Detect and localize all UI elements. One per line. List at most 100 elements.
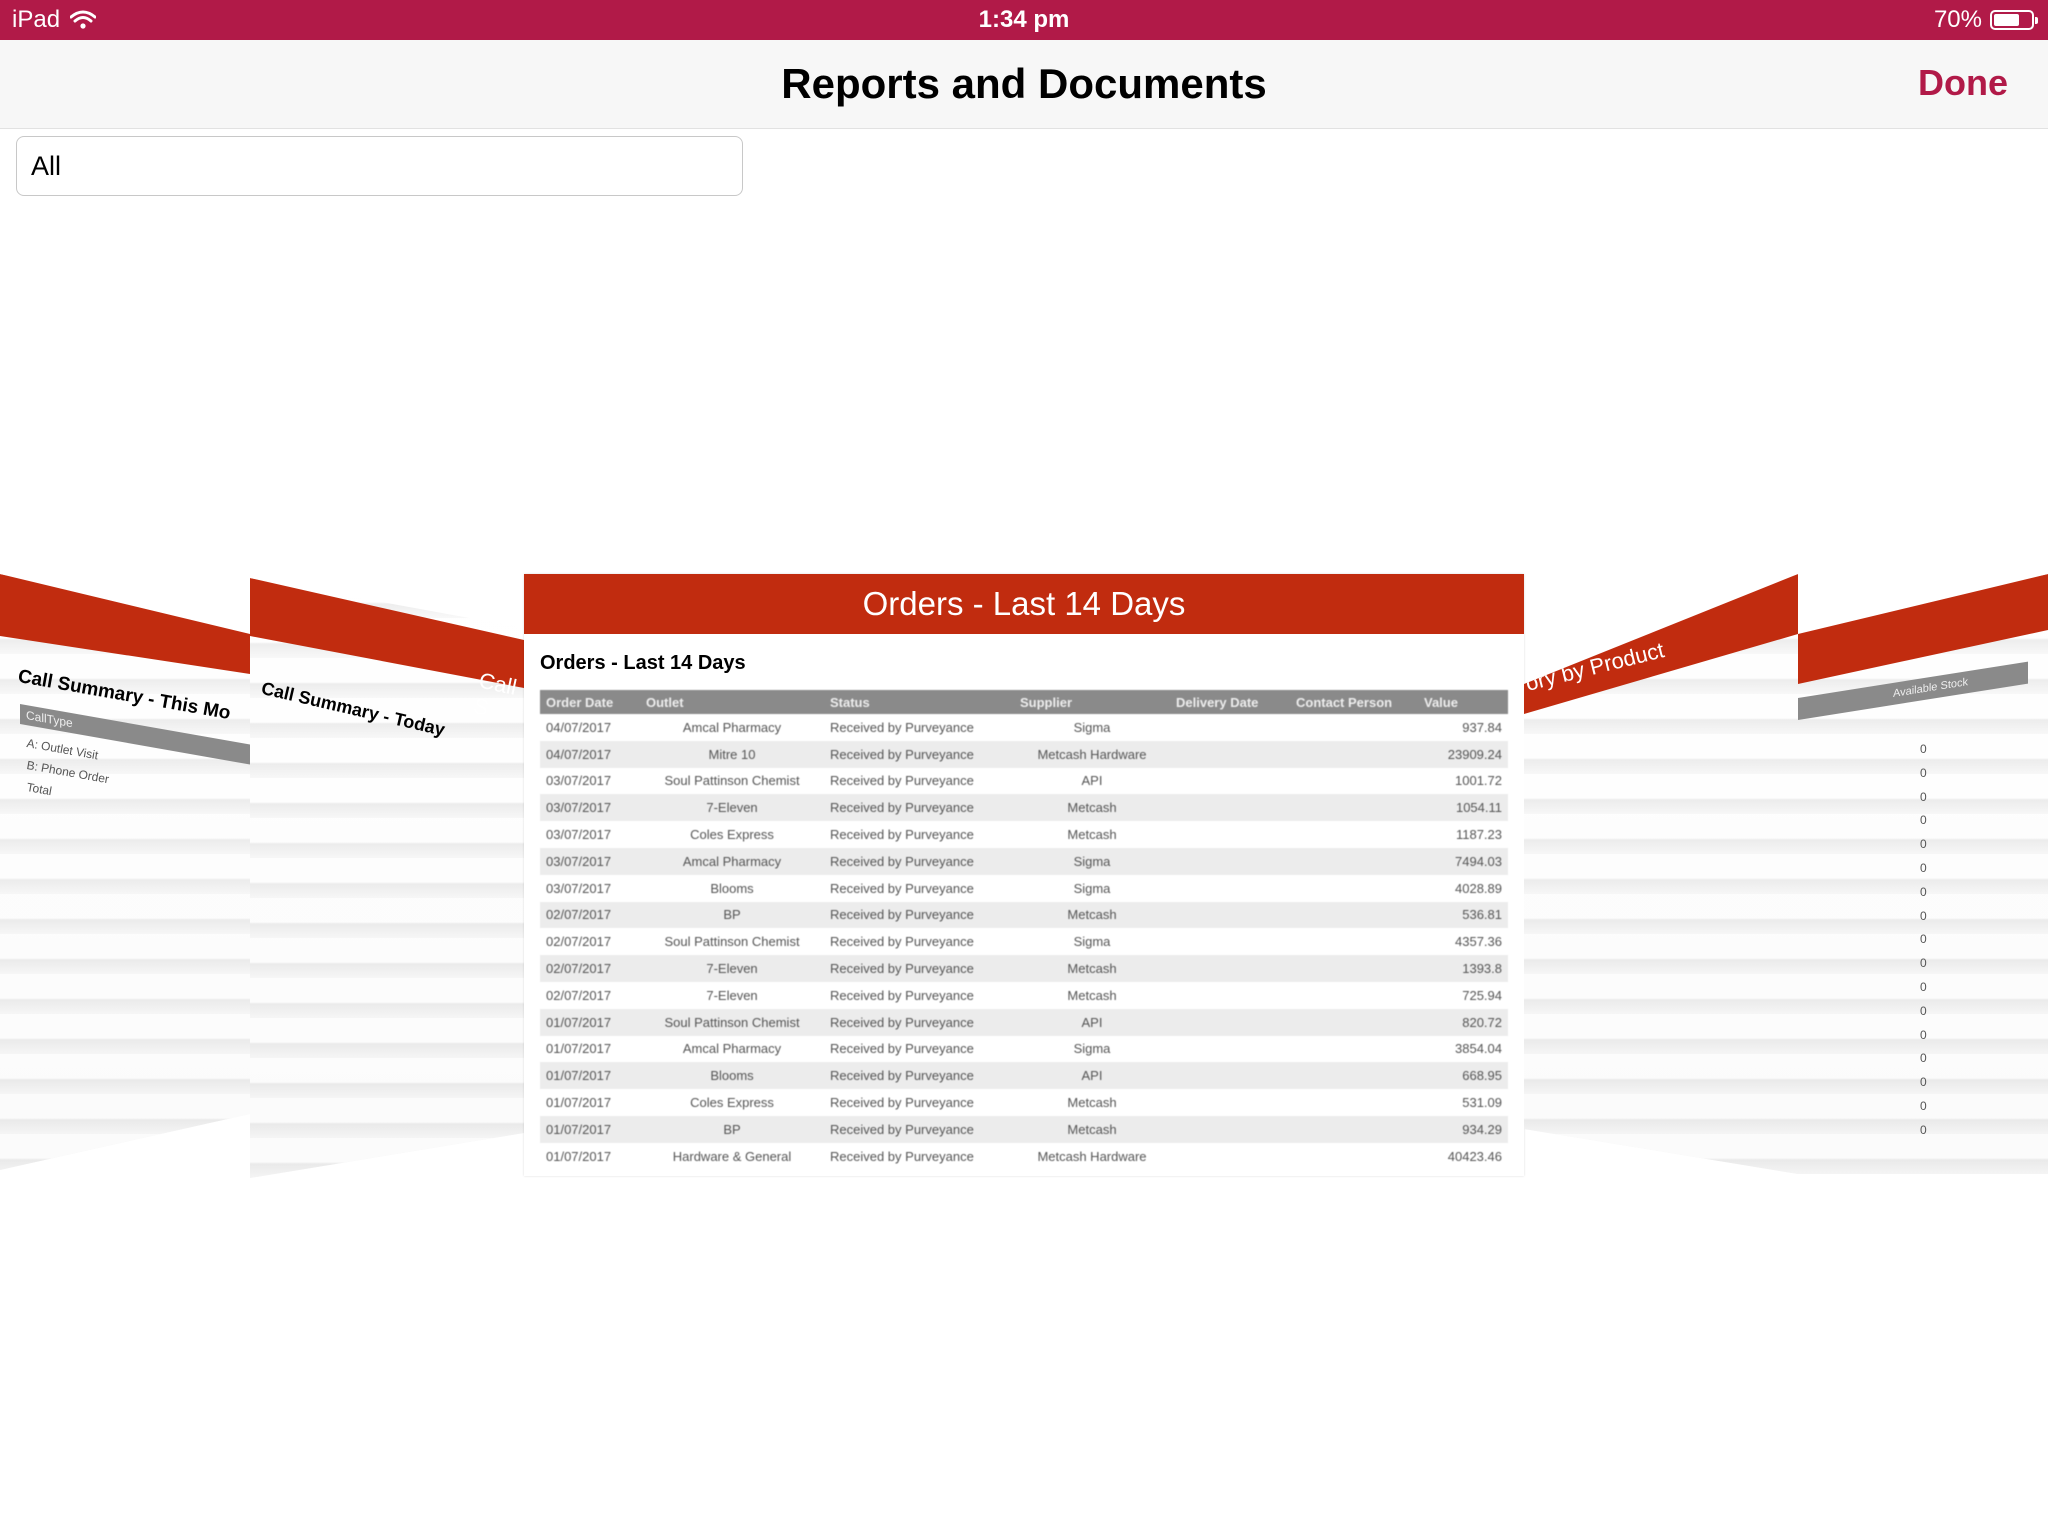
- table-cell: 4357.36: [1455, 934, 1502, 950]
- report-card-call-summary-month[interactable]: Call Summary - This Mo CallType A: Outle…: [0, 574, 250, 1170]
- table-cell: [1290, 794, 1418, 822]
- table-cell: Received by Purveyance: [830, 1095, 974, 1111]
- table-cell: [1290, 1143, 1418, 1170]
- table-cell: Received by Purveyance: [824, 1062, 1014, 1090]
- table-cell: [1170, 1143, 1290, 1170]
- table-cell: 4028.89: [1455, 880, 1502, 896]
- report-card-inventory-by-product[interactable]: ory by Product: [1524, 574, 1798, 1174]
- table-cell: 531.09: [1462, 1095, 1502, 1111]
- table-cell: 01/07/2017: [546, 1041, 612, 1057]
- table-cell: 1393.8: [1418, 955, 1508, 982]
- table-cell: Sigma: [1073, 880, 1111, 896]
- column-header: Value: [1418, 690, 1508, 714]
- battery-nub: [2035, 17, 2038, 24]
- table-cell: [1170, 1036, 1290, 1063]
- table-row: 01/07/2017 BP Received by Purveyance Metcas…: [540, 1115, 1508, 1143]
- page-title: Reports and Documents: [781, 60, 1267, 107]
- battery-percent: 70%: [1933, 6, 1982, 33]
- done-button[interactable]: Done: [1918, 62, 2008, 104]
- table-cell: [1170, 847, 1290, 875]
- table-cell: API: [1081, 773, 1103, 789]
- table-cell: [1170, 1062, 1290, 1090]
- table-cell: Soul Pattinson Chemist: [640, 1008, 824, 1036]
- table-cell: Metcash Hardware: [1037, 1148, 1147, 1164]
- report-card-available-stock[interactable]: Available Stock 00000000000000000: [1798, 574, 2048, 1174]
- table-cell: 04/07/2017: [540, 740, 640, 768]
- stock-value: 0: [1920, 742, 1927, 756]
- table-cell: [1290, 901, 1418, 929]
- table-cell: Blooms: [710, 880, 754, 896]
- table-cell: Received by Purveyance: [824, 794, 1014, 822]
- column-header: Delivery Date: [1170, 690, 1290, 714]
- table-cell: 03/07/2017: [540, 847, 640, 875]
- table-cell: 02/07/2017: [546, 987, 612, 1003]
- table-cell: [1170, 714, 1290, 741]
- table-cell: 02/07/2017: [540, 901, 640, 929]
- table-cell: Hardware & General: [672, 1148, 792, 1164]
- column-header: Supplier: [1014, 690, 1170, 714]
- table-cell: [1290, 768, 1418, 795]
- stock-value: 0: [1920, 884, 1927, 899]
- table-row: 01/07/2017 Blooms Received by Purveyance AP…: [540, 1062, 1508, 1090]
- navigation-bar: Reports and Documents Done: [0, 40, 2048, 129]
- table-cell: Metcash: [1067, 987, 1117, 1003]
- stock-value: 0: [1920, 908, 1927, 923]
- stock-value: 0: [1920, 980, 1927, 994]
- table-cell: Received by Purveyance: [830, 773, 974, 789]
- stock-value: 0: [1920, 1003, 1927, 1018]
- report-card-call-summary-today[interactable]: Call S Call Summary - Today: [250, 578, 524, 1178]
- stock-value: 0: [1920, 1051, 1927, 1066]
- table-cell: 01/07/2017: [540, 1062, 640, 1090]
- table-cell: 03/07/2017: [546, 880, 612, 896]
- report-filter-field[interactable]: All: [16, 136, 743, 196]
- table-row: 01/07/2017 Coles Express Received by Purve…: [540, 1089, 1508, 1116]
- table-cell: 934.29: [1418, 1115, 1508, 1143]
- report-carousel[interactable]: Call Summary - This Mo CallType A: Outle…: [0, 570, 2048, 1180]
- table-cell: Metcash: [1014, 901, 1170, 929]
- table-cell: Amcal Pharmacy: [640, 847, 824, 875]
- table-cell: [1290, 1115, 1418, 1143]
- table-row: 03/07/2017 Coles Express Received by Purve…: [540, 821, 1508, 848]
- table-cell: 536.81: [1418, 901, 1508, 929]
- table-row: 03/07/2017 Soul Pattinson Chemist Received…: [540, 768, 1508, 795]
- stock-value: 0: [1920, 1122, 1927, 1137]
- table-cell: Received by Purveyance: [824, 1008, 1014, 1036]
- table-cell: 7-Eleven: [640, 794, 824, 822]
- table-cell: BP: [640, 1115, 824, 1143]
- table-row: 01/07/2017 Soul Pattinson Chemist Received…: [540, 1008, 1508, 1036]
- table-cell: 01/07/2017: [540, 1115, 640, 1143]
- table-row: 02/07/2017 7-Eleven Received by Purveyance…: [540, 955, 1508, 982]
- battery-icon: [1990, 10, 2038, 30]
- column-header: Outlet: [640, 690, 824, 714]
- battery-fill: [1994, 14, 2020, 26]
- report-card-orders[interactable]: Orders - Last 14 Days Orders - Last 14 D…: [524, 574, 1524, 1176]
- table-cell: 3854.04: [1455, 1041, 1502, 1057]
- table-cell: Soul Pattinson Chemist: [664, 773, 800, 789]
- table-cell: [1170, 901, 1290, 929]
- table-cell: 725.94: [1462, 987, 1502, 1003]
- stock-value: 0: [1920, 861, 1927, 875]
- table-cell: Metcash: [1014, 794, 1170, 822]
- table-cell: Received by Purveyance: [830, 1148, 974, 1164]
- stock-value: 0: [1920, 837, 1927, 852]
- table-cell: 04/07/2017: [546, 719, 612, 735]
- table-cell: Received by Purveyance: [830, 880, 974, 896]
- status-right: 70%: [1933, 6, 2038, 34]
- table-cell: 01/07/2017: [546, 1095, 612, 1111]
- table-cell: Metcash: [1067, 1095, 1117, 1111]
- table-cell: [1290, 875, 1418, 902]
- table-cell: Metcash: [1067, 827, 1117, 843]
- report-document-title: Orders - Last 14 Days: [540, 652, 746, 674]
- table-cell: BP: [640, 901, 824, 929]
- table-cell: 820.72: [1418, 1008, 1508, 1036]
- table-cell: 7-Eleven: [706, 987, 758, 1003]
- table-row: 02/07/2017 Soul Pattinson Chemist Received…: [540, 928, 1508, 955]
- table-cell: Received by Purveyance: [830, 719, 974, 735]
- column-header: Contact Person: [1290, 690, 1418, 714]
- stock-value: 0: [1920, 1075, 1927, 1090]
- stock-value: 0: [1920, 765, 1927, 780]
- table-cell: 01/07/2017: [540, 1008, 640, 1036]
- table-cell: [1170, 821, 1290, 848]
- table-cell: [1170, 982, 1290, 1009]
- table-row: 03/07/2017 7-Eleven Received by Purveyance…: [540, 794, 1508, 822]
